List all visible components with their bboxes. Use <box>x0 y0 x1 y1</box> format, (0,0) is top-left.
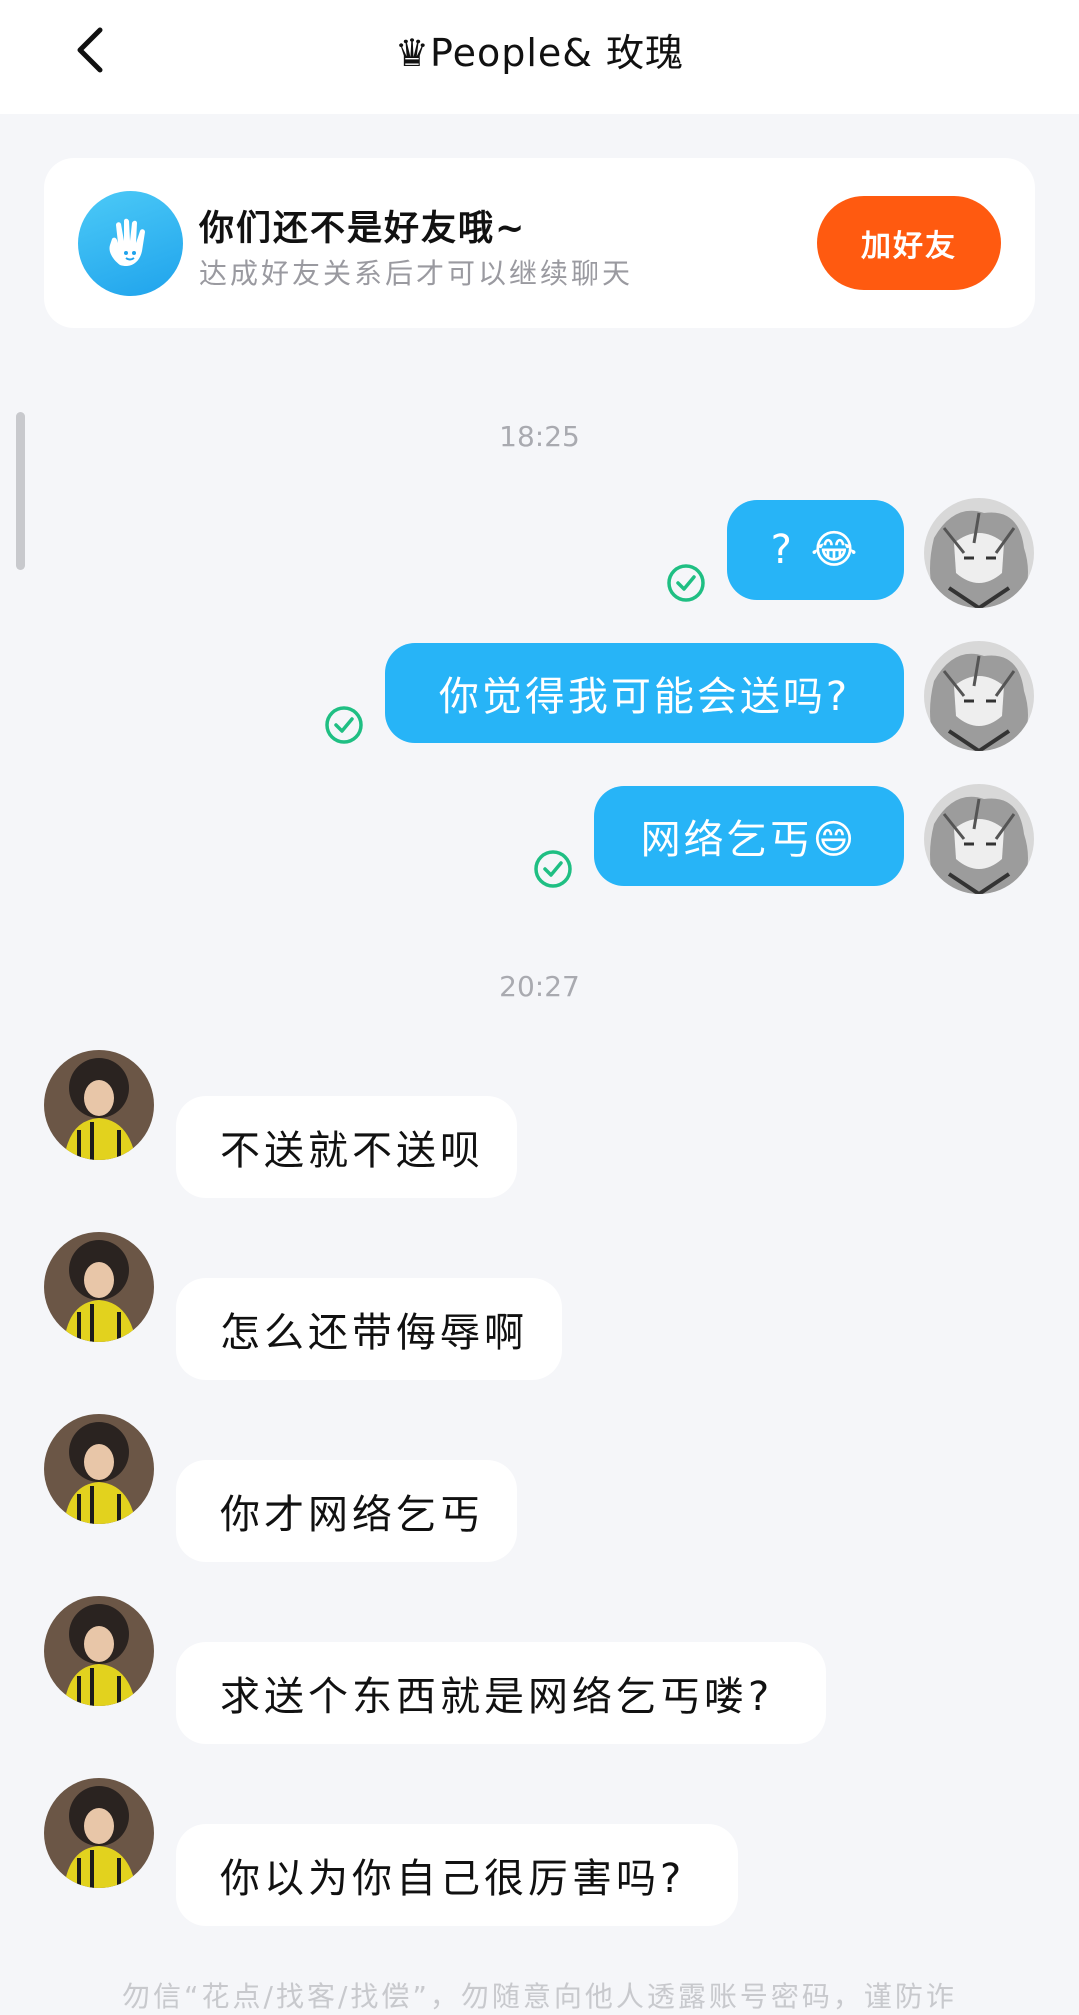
contact-message-bubble[interactable]: 求送个东西就是网络乞丐喽? <box>176 1642 826 1744</box>
not-friend-banner: 你们还不是好友哦~ 达成好友关系后才可以继续聊天 加好友 <box>44 158 1035 328</box>
contact-avatar[interactable] <box>44 1232 154 1342</box>
contact-message-bubble[interactable]: 你以为你自己很厉害吗? <box>176 1824 738 1926</box>
sent-check-icon <box>667 564 705 602</box>
chat-title: ♛People& 玫瑰 <box>394 31 685 75</box>
sent-check-icon <box>534 850 572 888</box>
contact-message-bubble[interactable]: 怎么还带侮辱啊 <box>176 1278 562 1380</box>
contact-avatar[interactable] <box>44 1778 154 1888</box>
my-avatar[interactable] <box>924 784 1034 894</box>
safety-notice: 勿信“花点/找客/找偿”，勿随意向他人透露账号密码，谨防诈 <box>122 1980 957 2013</box>
add-friend-button[interactable]: 加好友 <box>817 196 1001 290</box>
my-avatar[interactable] <box>924 498 1034 608</box>
timestamp: 20:27 <box>499 970 580 1003</box>
contact-avatar[interactable] <box>44 1596 154 1706</box>
banner-title: 你们还不是好友哦~ <box>199 209 527 249</box>
contact-message-bubble[interactable]: 不送就不送呗 <box>176 1096 517 1198</box>
banner-subtitle: 达成好友关系后才可以继续聊天 <box>199 257 634 290</box>
my-message-bubble[interactable]: 你觉得我可能会送吗? <box>385 643 904 743</box>
my-avatar[interactable] <box>924 641 1034 751</box>
my-message-bubble[interactable]: ? 😂 <box>727 500 904 600</box>
hand-wave-icon <box>78 191 183 296</box>
sent-check-icon <box>325 706 363 744</box>
top-bar: ♛People& 玫瑰 <box>0 0 1079 114</box>
contact-avatar[interactable] <box>44 1050 154 1160</box>
timestamp: 18:25 <box>499 420 580 453</box>
contact-avatar[interactable] <box>44 1414 154 1524</box>
contact-message-bubble[interactable]: 你才网络乞丐 <box>176 1460 517 1562</box>
my-message-bubble[interactable]: 网络乞丐😄 <box>594 786 904 886</box>
